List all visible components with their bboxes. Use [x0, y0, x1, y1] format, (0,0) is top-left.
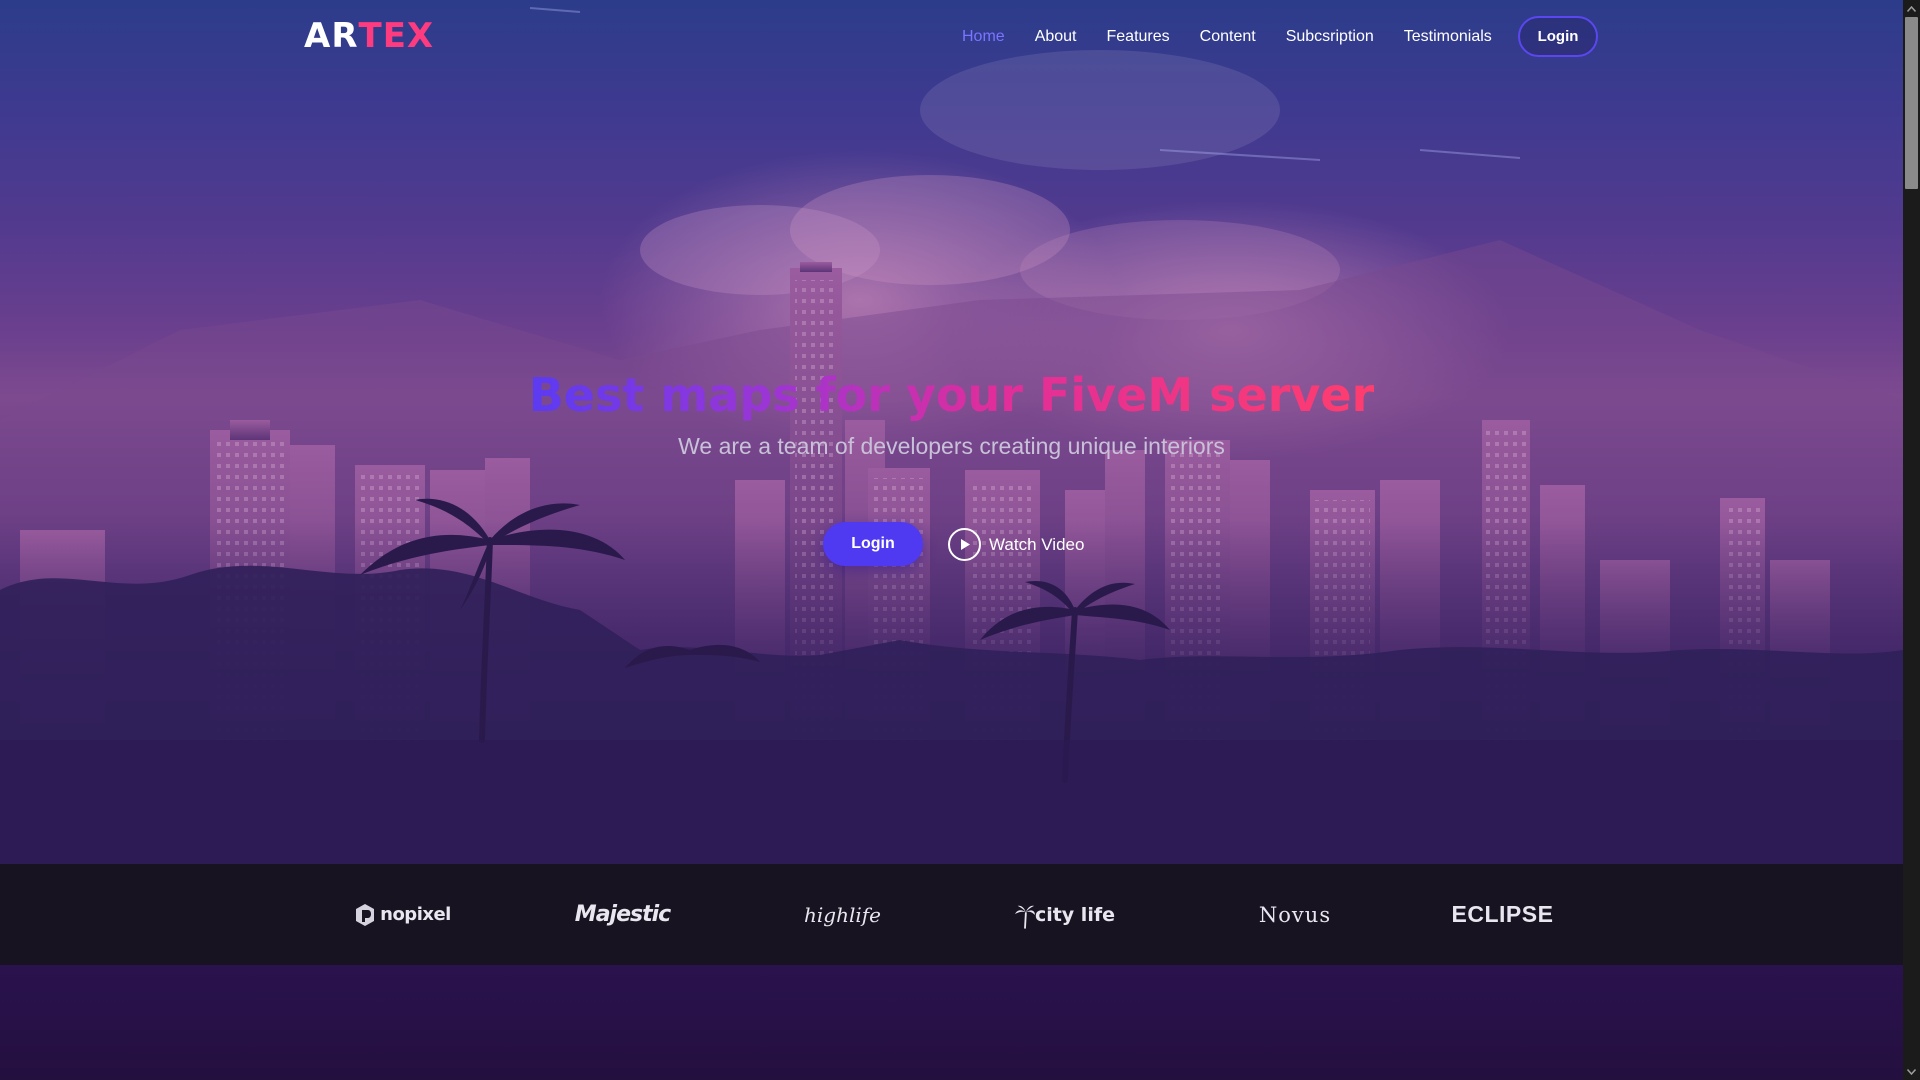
nopixel-mark-icon — [356, 903, 375, 926]
nav-login-button[interactable]: Login — [1518, 16, 1598, 57]
nav-link-testimonials[interactable]: Testimonials — [1404, 28, 1492, 46]
novus-logo: Novus — [1240, 864, 1350, 965]
partners-bar: nopixel Majestic highlife city life Novu… — [0, 864, 1903, 965]
eclipse-logo: ECLIPSE — [1445, 864, 1560, 965]
nav-link-about[interactable]: About — [1035, 28, 1077, 46]
watch-video-label: Watch Video — [989, 534, 1085, 554]
highlife-wordmark: highlife — [804, 902, 881, 927]
scroll-down-arrow-icon[interactable] — [1903, 1063, 1920, 1080]
play-icon — [948, 528, 981, 561]
scroll-up-arrow-icon[interactable] — [1903, 0, 1920, 17]
nav-link-subscription[interactable]: Subcsription — [1286, 28, 1374, 46]
scroll-thumb[interactable] — [1905, 17, 1918, 189]
hero-subtitle: We are a team of developers creating uni… — [678, 433, 1225, 459]
nopixel-logo: nopixel — [340, 864, 465, 965]
hero-section: AR TEX Home About Features Content Subcsr… — [0, 0, 1903, 864]
page-scrollbar[interactable] — [1903, 0, 1920, 1080]
palm-icon — [1015, 905, 1035, 929]
brand-logo[interactable]: AR TEX — [304, 16, 435, 56]
nav-link-features[interactable]: Features — [1107, 28, 1170, 46]
majestic-logo: Majestic — [560, 864, 685, 965]
logo-accent-text: TEX — [358, 16, 435, 56]
citylife-logo: city life — [1015, 864, 1115, 965]
nav-link-home[interactable]: Home — [962, 28, 1005, 46]
watch-video-button[interactable]: Watch Video — [948, 528, 1084, 561]
main-navigation: Home About Features Content Subcsription… — [962, 22, 1522, 52]
hero-title: Best maps for your FiveM server — [0, 365, 1903, 425]
citylife-wordmark: city life — [1034, 903, 1115, 926]
highlife-logo: highlife — [790, 864, 895, 965]
majestic-wordmark: Majestic — [574, 902, 671, 927]
novus-wordmark: Novus — [1258, 902, 1332, 927]
nav-link-content[interactable]: Content — [1200, 28, 1256, 46]
hero-title-text: Best maps for your FiveM server — [528, 368, 1375, 422]
logo-main-text: AR — [304, 16, 359, 56]
nopixel-wordmark: nopixel — [380, 904, 451, 925]
city-skyline-background — [0, 7, 1903, 864]
eclipse-wordmark: ECLIPSE — [1451, 901, 1554, 927]
next-section — [0, 965, 1903, 1080]
page: AR TEX Home About Features Content Subcsr… — [0, 0, 1903, 1080]
hero-login-button[interactable]: Login — [823, 522, 923, 566]
